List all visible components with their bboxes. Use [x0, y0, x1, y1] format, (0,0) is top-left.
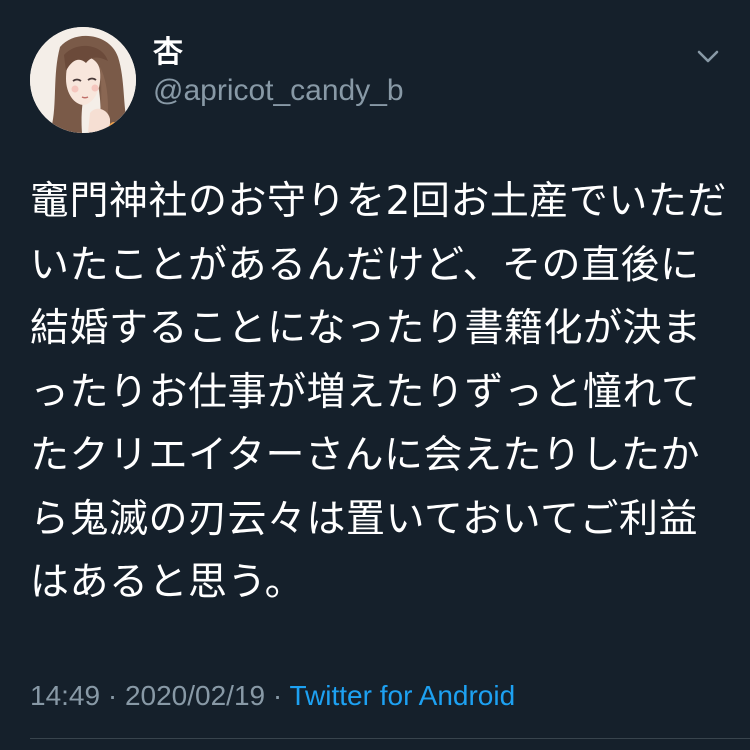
tweet-date[interactable]: 2020/02/19: [125, 680, 265, 711]
tweet-time[interactable]: 14:49: [30, 680, 100, 711]
tweet-text: 竈門神社のお守りを2回お土産でいただいたことがあるんだけど、その直後に結婚するこ…: [30, 179, 727, 605]
tweet-source-link[interactable]: Twitter for Android: [290, 680, 516, 711]
tweet-menu-button[interactable]: [688, 40, 728, 74]
avatar[interactable]: [30, 27, 136, 133]
meta-separator: ·: [272, 680, 283, 711]
tweet-metadata: 14:49 · 2020/02/19 · Twitter for Android: [30, 676, 515, 716]
meta-separator: ·: [107, 680, 118, 711]
display-name[interactable]: 杏: [153, 34, 183, 72]
user-handle[interactable]: @apricot_candy_b: [153, 72, 404, 110]
chevron-down-icon: [697, 50, 719, 63]
divider: [30, 738, 750, 739]
avatar-illustration: [30, 27, 136, 133]
tweet-card: 杏 @apricot_candy_b 竈門神社のお守りを2回お土産でいただいたこ…: [0, 0, 750, 750]
